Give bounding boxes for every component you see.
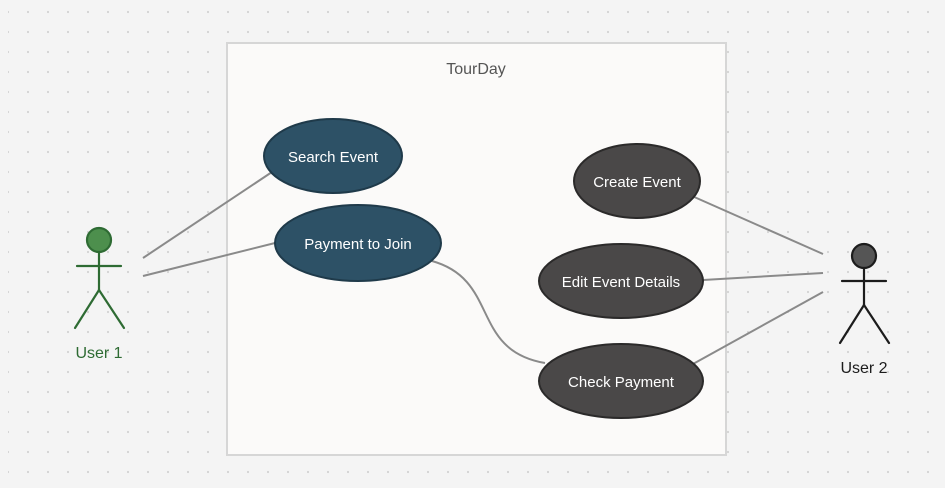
actor-head[interactable] xyxy=(85,226,113,254)
actor-head[interactable] xyxy=(850,242,878,270)
use-case-check-payment[interactable]: Check Payment xyxy=(538,343,704,419)
use-case-label: Check Payment xyxy=(568,374,675,391)
system-title: TourDay xyxy=(446,61,506,78)
use-case-edit-event-details[interactable]: Edit Event Details xyxy=(538,243,704,319)
diagram-canvas: TourDay Search Event Payment to Join Cre… xyxy=(0,0,945,488)
actor-label-user-1: User 1 xyxy=(75,345,122,362)
actor-label-user-2: User 2 xyxy=(840,360,887,377)
use-case-search-event[interactable]: Search Event xyxy=(263,118,403,194)
use-case-create-event[interactable]: Create Event xyxy=(573,143,701,219)
use-case-label: Search Event xyxy=(288,149,379,166)
use-case-label: Edit Event Details xyxy=(562,274,680,291)
use-case-payment-to-join[interactable]: Payment to Join xyxy=(274,204,442,282)
use-case-label: Create Event xyxy=(593,174,681,191)
use-case-label: Payment to Join xyxy=(304,236,412,253)
